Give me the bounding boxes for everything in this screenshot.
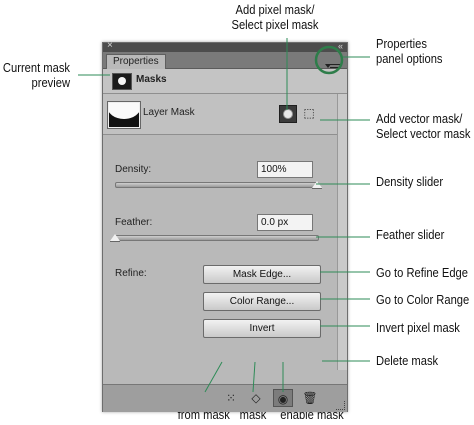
- panel-options-highlight-ring: [314, 45, 344, 75]
- line-apply-mask: [252, 361, 256, 393]
- line-load-selection: [204, 361, 223, 393]
- callout-lines: [78, 38, 370, 393]
